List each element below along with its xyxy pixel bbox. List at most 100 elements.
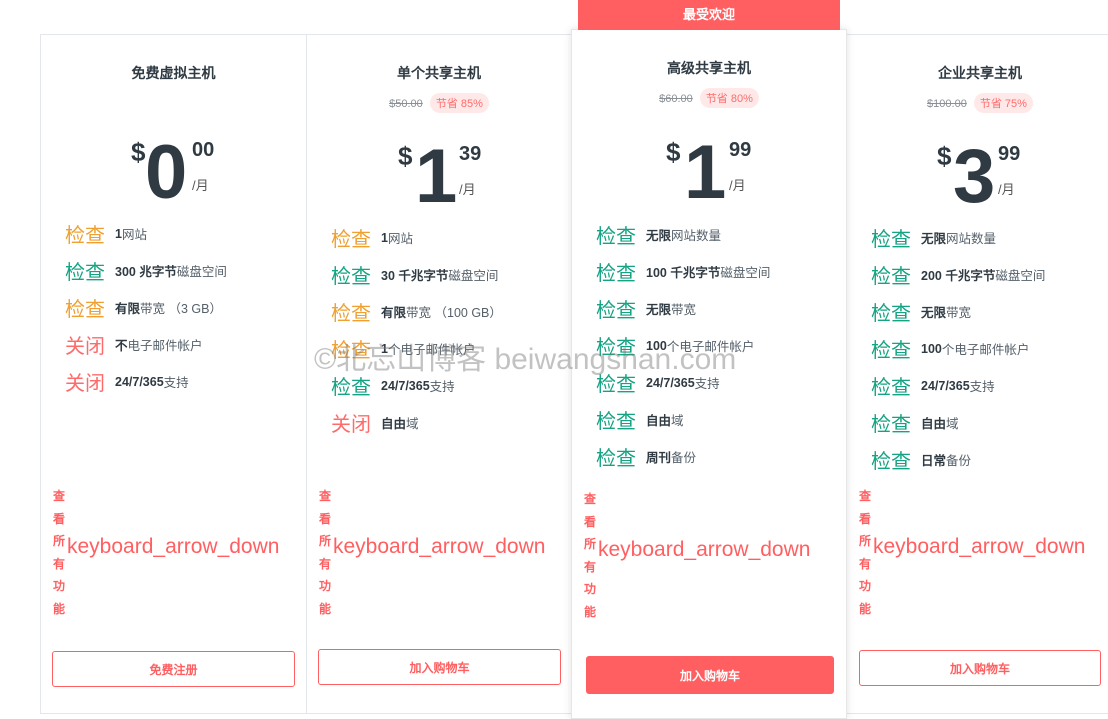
feature-item: 检查 100 千兆字节 磁盘空间 [596,253,836,290]
feature-status: 检查 [596,226,636,248]
add-to-cart-button[interactable]: 加入购物车 [318,649,561,685]
feature-item: 检查 24/7/365 支持 [596,364,836,401]
feature-item: 检查 无限 网站数量 [871,219,1103,256]
feature-value: 无限 [646,303,672,317]
view-all-features-label[interactable]: 查看所有功能 [857,485,873,620]
feature-item: 检查 周刊 备份 [596,438,836,475]
feature-status: 检查 [596,337,636,359]
feature-value: 24/7/365 [115,374,164,389]
feature-value: 30 千兆字节 [381,269,449,283]
feature-label: 支持 [694,377,720,391]
feature-status: 检查 [871,303,911,325]
feature-label: 域 [671,414,684,428]
price-whole: 0 [145,130,188,215]
feature-item: 关闭 自由域 [331,404,561,441]
price-period: /月 [998,182,1015,197]
feature-item: 关闭 24/7/365 支持 [65,363,296,400]
feature-list: 检查 1 网站 检查 300 兆字节 磁盘空间 检查 有限 带宽 （3 GB） 关闭不电子邮… [65,215,296,400]
feature-status: 检查 [871,266,911,288]
feature-label: 网站数量 [671,229,722,243]
add-to-cart-button[interactable]: 加入购物车 [859,650,1101,686]
feature-label: 备份 [671,451,697,465]
feature-label: 个电子邮件帐户 [387,343,476,357]
view-all-features-toggle[interactable]: 查看所有功能 keyboard_arrow_down [317,485,567,625]
feature-value: 1 [381,341,388,356]
view-all-features-toggle[interactable]: 查看所有功能 keyboard_arrow_down [51,485,301,625]
add-to-cart-button[interactable]: 加入购物车 [586,656,834,694]
feature-item: 检查 100 个电子邮件帐户 [871,330,1103,367]
feature-value: 自由 [646,414,672,428]
chevron-down-icon[interactable]: keyboard_arrow_down [873,535,1085,559]
view-all-features-toggle[interactable]: 查看所有功能 keyboard_arrow_down [857,485,1107,625]
feature-status: 检查 [596,300,636,322]
feature-label: 磁盘空间 [448,269,499,283]
feature-label: 个电子邮件帐户 [666,340,755,354]
feature-label: 支持 [163,376,189,390]
chevron-down-icon[interactable]: keyboard_arrow_down [598,538,810,562]
feature-value: 有限 [381,306,407,320]
feature-label: 备份 [946,454,972,468]
view-all-features-label[interactable]: 查看所有功能 [51,485,67,620]
feature-status: 检查 [65,262,105,284]
feature-value: 200 千兆字节 [921,269,996,283]
feature-status: 关闭 [331,414,371,436]
chevron-down-icon[interactable]: keyboard_arrow_down [333,535,545,559]
chevron-down-icon[interactable]: keyboard_arrow_down [67,535,279,559]
feature-item: 检查 1 个电子邮件帐户 [331,330,561,367]
feature-item: 检查 24/7/365 支持 [871,367,1103,404]
price-period: /月 [459,182,476,197]
price-cents: 39 [459,143,482,165]
plan-price: $ 1 39 /月 [307,139,571,219]
plan-card-free: 免费虚拟主机 $ 0 00 /月 检查 1 网站 检查 300 兆字节 磁盘空间 检查有… [40,34,307,714]
discount-badge: 节省 85% [429,93,489,113]
price-period: /月 [729,178,746,193]
plan-card-enterprise: 企业共享主机 $100.00 节省 75% $ 3 99 /月 检查 无限 网站数量… [846,34,1108,714]
feature-value: 自由 [921,417,947,431]
feature-value: 300 兆字节 [115,265,177,279]
feature-label: 支持 [429,380,455,394]
discount-badge: 节省 80% [699,88,759,108]
feature-value: 1 [115,226,122,241]
feature-status: 检查 [331,266,371,288]
feature-value: 100 [921,341,942,356]
feature-value: 周刊 [646,451,672,465]
feature-value: 日常 [921,454,947,468]
feature-value: 无限 [646,229,672,243]
feature-label: 磁盘空间 [176,265,227,279]
plan-title: 免费虚拟主机 [131,65,216,81]
feature-status: 检查 [331,340,371,362]
view-all-features-label[interactable]: 查看所有功能 [582,488,598,623]
view-all-features-label[interactable]: 查看所有功能 [317,485,333,620]
feature-item: 检查 自由域 [596,401,836,438]
feature-item: 检查 30 千兆字节 磁盘空间 [331,256,561,293]
feature-label: 电子邮件帐户 [127,339,203,353]
feature-status: 检查 [596,374,636,396]
feature-label: 域 [406,417,419,431]
price-cents: 99 [998,143,1021,165]
plan-price: $ 0 00 /月 [41,135,306,215]
original-price-row: $100.00 节省 75% [847,93,1108,113]
feature-value: 不 [115,339,128,353]
feature-item: 检查 24/7/365 支持 [331,367,561,404]
feature-item: 检查 无限 带宽 [871,293,1103,330]
feature-item: 检查 日常 备份 [871,441,1103,478]
free-signup-button[interactable]: 免费注册 [52,651,295,687]
price-cents: 00 [192,139,215,161]
feature-label: 网站 [121,228,147,242]
feature-value: 无限 [921,232,947,246]
currency-symbol: $ [131,137,146,167]
feature-value: 自由 [381,417,407,431]
feature-status: 检查 [871,229,911,251]
feature-status: 检查 [331,229,371,251]
view-all-features-toggle[interactable]: 查看所有功能 keyboard_arrow_down [582,488,842,628]
feature-value: 100 千兆字节 [646,266,721,280]
feature-label: 支持 [969,380,995,394]
feature-item: 关闭不电子邮件帐户 [65,326,296,363]
feature-list: 检查 无限 网站数量 检查 200 千兆字节 磁盘空间 检查 无限 带宽 检查 100 个电子邮… [871,219,1103,478]
currency-symbol: $ [937,141,952,171]
price-period: /月 [192,178,209,193]
feature-item: 检查 无限 网站数量 [596,216,836,253]
plan-price: $ 3 99 /月 [847,139,1108,219]
feature-list: 检查 1 网站 检查 30 千兆字节 磁盘空间 检查 有限 带宽 （100 GB） 检查 1 个… [331,219,561,441]
price-whole: 1 [684,130,727,215]
